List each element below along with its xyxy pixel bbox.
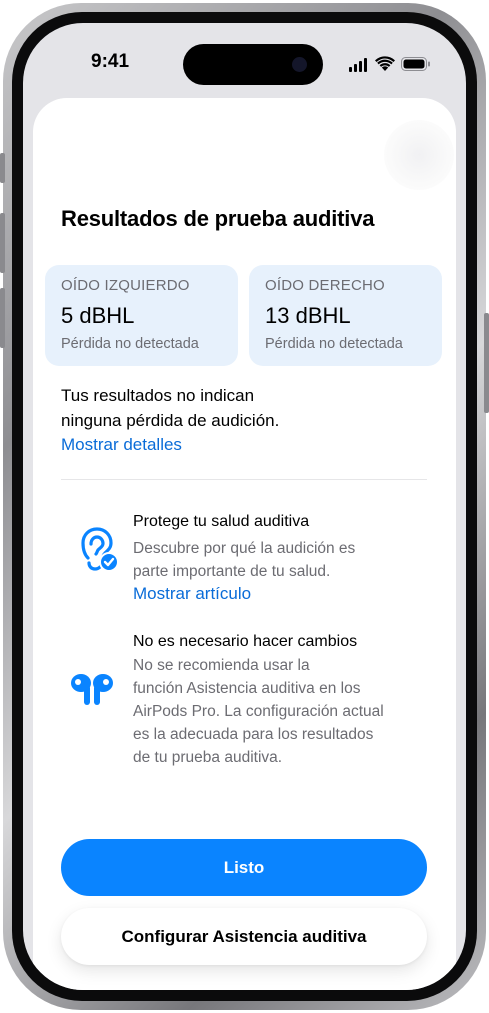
- action-button: [0, 153, 5, 183]
- wifi-icon: [375, 56, 395, 71]
- right-ear-value: 13 dBHL: [265, 303, 351, 328]
- show-article-link[interactable]: Mostrar artículo: [133, 584, 251, 604]
- volume-down-button: [0, 288, 5, 348]
- front-camera-icon: [292, 57, 307, 72]
- setup-hearing-assistance-button[interactable]: Configurar Asistencia auditiva: [61, 908, 427, 965]
- summary-line: Tus resultados no indican: [61, 386, 255, 405]
- summary-line: ninguna pérdida de audición.: [61, 411, 280, 430]
- done-button[interactable]: Listo: [61, 839, 427, 896]
- status-time: 9:41: [91, 51, 130, 72]
- iphone-frame: 9:41 Resultados de prueba auditiva OÍDO …: [0, 3, 489, 1010]
- info-text-line: No se recomienda usar la: [133, 657, 310, 674]
- battery-icon: [401, 57, 430, 71]
- bezel: 9:41 Resultados de prueba auditiva OÍDO …: [12, 12, 477, 1001]
- info-text-line: de tu prueba auditiva.: [133, 749, 283, 766]
- right-ear-result-card: OÍDO DERECHO 13 dBHL Pérdida no detectad…: [249, 265, 442, 366]
- ear-checkmark-icon: [81, 527, 119, 572]
- divider: [61, 479, 427, 480]
- volume-up-button: [0, 213, 5, 273]
- left-ear-label: OÍDO IZQUIERDO: [61, 277, 190, 294]
- results-summary: Tus resultados no indican ninguna pérdid…: [61, 383, 351, 433]
- status-bar: 9:41: [23, 23, 466, 93]
- right-ear-label: OÍDO DERECHO: [265, 277, 385, 294]
- airpods-pro-icon: [71, 674, 113, 705]
- info-text-no-changes: No se recomienda usar la función Asisten…: [133, 654, 423, 769]
- power-button: [484, 313, 489, 413]
- dynamic-island: [183, 44, 323, 85]
- close-button[interactable]: [384, 120, 454, 190]
- info-text-line: Descubre por qué la audición es: [133, 540, 356, 557]
- info-text-line: AirPods Pro. La configuración actual: [133, 703, 384, 720]
- info-title-hearing-health: Protege tu salud auditiva: [133, 513, 310, 530]
- cellular-signal-icon: [349, 56, 371, 72]
- info-text-hearing-health: Descubre por qué la audición es parte im…: [133, 537, 423, 583]
- show-details-link[interactable]: Mostrar detalles: [61, 435, 182, 455]
- info-text-line: función Asistencia auditiva en los: [133, 680, 361, 697]
- left-ear-result-card: OÍDO IZQUIERDO 5 dBHL Pérdida no detecta…: [45, 265, 238, 366]
- screen: 9:41 Resultados de prueba auditiva OÍDO …: [23, 23, 466, 990]
- info-text-line: parte importante de tu salud.: [133, 563, 331, 580]
- right-ear-status: Pérdida no detectada: [265, 336, 403, 352]
- left-ear-status: Pérdida no detectada: [61, 336, 199, 352]
- left-ear-value: 5 dBHL: [61, 303, 135, 328]
- hearing-test-results-sheet: Resultados de prueba auditiva OÍDO IZQUI…: [33, 98, 456, 990]
- sheet-title: Resultados de prueba auditiva: [61, 206, 375, 231]
- info-text-line: es la adecuada para los resultados: [133, 726, 374, 743]
- info-title-no-changes: No es necesario hacer cambios: [133, 633, 358, 650]
